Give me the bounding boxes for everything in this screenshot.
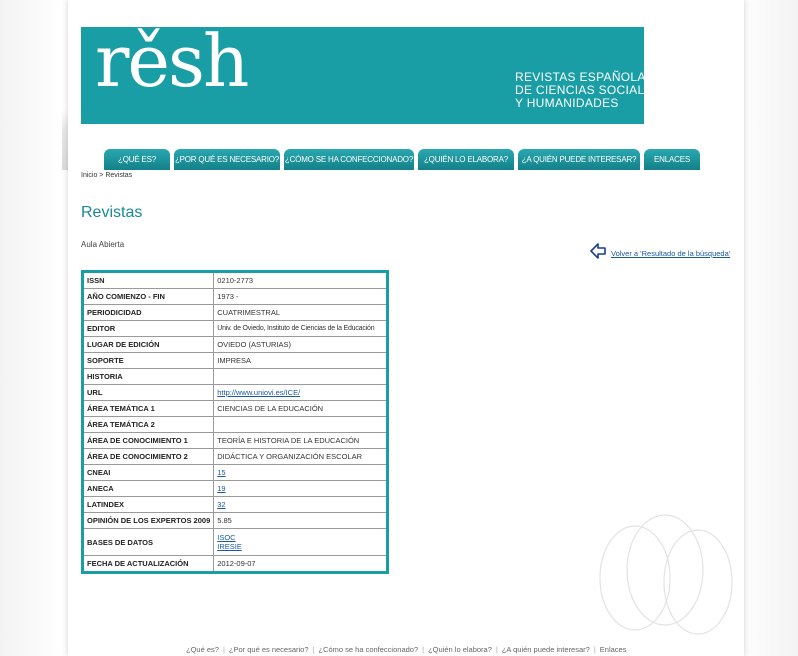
row-label-periodicidad: PERIODICIDAD [81,304,215,321]
row-label-historia: HISTORIA [81,368,215,385]
table-row: AÑO COMIENZO - FIN 1973 - [81,288,388,305]
footer-link-quien[interactable]: ¿Quién lo elabora? [428,645,492,654]
tagline-line-3: Y HUMANIDADES [515,96,619,110]
row-label-issn: ISSN [81,271,215,289]
row-value-issn: 0210-2773 [213,271,388,289]
table-row: EDITOR Univ. de Oviedo, Instituto de Cie… [81,320,388,337]
table-row: ÁREA TEMÁTICA 2 [81,416,388,433]
row-label-editor: EDITOR [81,320,215,337]
row-value-fecha-actualizacion: 2012-09-07 [213,555,388,573]
table-row: LATINDEX 32 [81,496,388,513]
footer-separator: | [495,645,498,654]
row-label-aneca: ANECA [81,480,215,497]
row-label-ano-comienzo: AÑO COMIENZO - FIN [81,288,215,305]
row-label-bases-de-datos: BASES DE DATOS [81,528,215,556]
main-nav: ¿QUÉ ES? ¿POR QUÉ ES NECESARIO? ¿CÓMO SE… [104,149,704,170]
tab-a-quien-puede-interesar[interactable]: ¿A QUIÉN PUEDE INTERESAR? [518,149,640,170]
table-row: ÁREA DE CONOCIMIENTO 1 TEORÍA E HISTORIA… [81,432,388,449]
row-label-latindex: LATINDEX [81,496,215,513]
breadcrumb[interactable]: Inicio > Revistas [81,172,132,179]
table-row: FECHA DE ACTUALIZACIÓN 2012-09-07 [81,555,388,573]
table-row: CNEAI 15 [81,464,388,481]
journal-url-link[interactable]: http://www.uniovi.es/ICE/ [217,388,300,397]
row-value-area-tematica-1: CIENCIAS DE LA EDUCACIÓN [213,400,388,417]
site-header-banner: rěsh REVISTAS ESPAÑOLAS DE CIENCIAS SOCI… [81,19,661,124]
journal-info-table: ISSN 0210-2773 AÑO COMIENZO - FIN 1973 -… [81,270,389,574]
row-value-bases-de-datos: ISOC IRESIE [213,528,388,556]
row-value-periodicidad: CUATRIMESTRAL [213,304,388,321]
footer-link-a-quien[interactable]: ¿A quién puede interesar? [502,645,590,654]
row-value-editor: Univ. de Oviedo, Instituto de Ciencias d… [213,320,388,337]
row-label-lugar-edicion: LUGAR DE EDICIÓN [81,336,215,353]
footer-separator: | [593,645,596,654]
isoc-link[interactable]: ISOC [217,533,383,542]
row-value-area-tematica-2 [213,416,388,433]
row-value-opinion-expertos: 5.85 [213,512,388,529]
row-label-area-tematica-2: ÁREA TEMÁTICA 2 [81,416,215,433]
cneai-link[interactable]: 15 [217,468,225,477]
left-background [0,0,62,656]
tab-por-que-es-necesario[interactable]: ¿POR QUÉ ES NECESARIO? [174,149,280,170]
right-background [738,0,798,656]
row-value-ano-comienzo: 1973 - [213,288,388,305]
footer-separator: | [222,645,225,654]
table-row: URL http://www.uniovi.es/ICE/ [81,384,388,401]
decorative-circles-graphic [599,514,733,635]
tab-enlaces[interactable]: ENLACES [644,149,700,170]
back-to-results-link[interactable]: Volver a 'Resultado de la búsqueda' [589,242,730,260]
table-row: BASES DE DATOS ISOC IRESIE [81,528,388,556]
row-label-cneai: CNEAI [81,464,215,481]
site-tagline: REVISTAS ESPAÑOLAS DE CIENCIAS SOCIALES … [515,71,661,110]
row-label-soporte: SOPORTE [81,352,215,369]
table-row: ANECA 19 [81,480,388,497]
row-value-latindex: 32 [213,496,388,513]
back-link-label[interactable]: Volver a 'Resultado de la búsqueda' [611,249,730,258]
aneca-link[interactable]: 19 [217,484,225,493]
footer-separator: | [422,645,425,654]
row-value-url: http://www.uniovi.es/ICE/ [213,384,388,401]
row-label-area-conocimiento-1: ÁREA DE CONOCIMIENTO 1 [81,432,215,449]
back-arrow-icon[interactable] [589,242,607,260]
tab-quien-lo-elabora[interactable]: ¿QUIÉN LO ELABORA? [418,149,514,170]
row-value-area-conocimiento-2: DIDÁCTICA Y ORGANIZACIÓN ESCOLAR [213,448,388,465]
table-row: ISSN 0210-2773 [81,271,388,289]
table-row: ÁREA TEMÁTICA 1 CIENCIAS DE LA EDUCACIÓN [81,400,388,417]
row-label-fecha-actualizacion: FECHA DE ACTUALIZACIÓN [81,555,215,573]
page-title: Revistas [81,204,143,221]
table-row: PERIODICIDAD CUATRIMESTRAL [81,304,388,321]
iresie-link[interactable]: IRESIE [217,542,383,551]
tab-como-se-ha-confeccionado[interactable]: ¿CÓMO SE HA CONFECCIONADO? [284,149,414,170]
row-value-area-conocimiento-1: TEORÍA E HISTORIA DE LA EDUCACIÓN [213,432,388,449]
table-row: ÁREA DE CONOCIMIENTO 2 DIDÁCTICA Y ORGAN… [81,448,388,465]
journal-name: Aula Abierta [81,240,125,249]
latindex-link[interactable]: 32 [217,500,225,509]
footer-link-como[interactable]: ¿Cómo se ha confeccionado? [318,645,418,654]
footer-link-por-que[interactable]: ¿Por qué es necesario? [229,645,309,654]
tab-que-es[interactable]: ¿QUÉ ES? [104,149,170,170]
row-value-aneca: 19 [213,480,388,497]
row-value-soporte: IMPRESA [213,352,388,369]
table-row: LUGAR DE EDICIÓN OVIEDO (ASTURIAS) [81,336,388,353]
table-row: SOPORTE IMPRESA [81,352,388,369]
row-label-url: URL [81,384,215,401]
row-label-opinion-expertos: OPINIÓN DE LOS EXPERTOS 2009 [81,512,215,529]
table-row: HISTORIA [81,368,388,385]
row-value-lugar-edicion: OVIEDO (ASTURIAS) [213,336,388,353]
row-label-area-conocimiento-2: ÁREA DE CONOCIMIENTO 2 [81,448,215,465]
row-value-historia [213,368,388,385]
footer-separator: | [312,645,315,654]
table-row: OPINIÓN DE LOS EXPERTOS 2009 5.85 [81,512,388,529]
row-label-area-tematica-1: ÁREA TEMÁTICA 1 [81,400,215,417]
row-value-cneai: 15 [213,464,388,481]
resh-logo[interactable]: rěsh [95,19,249,103]
footer-link-que-es[interactable]: ¿Qué es? [186,645,219,654]
footer-link-enlaces[interactable]: Enlaces [600,645,627,654]
